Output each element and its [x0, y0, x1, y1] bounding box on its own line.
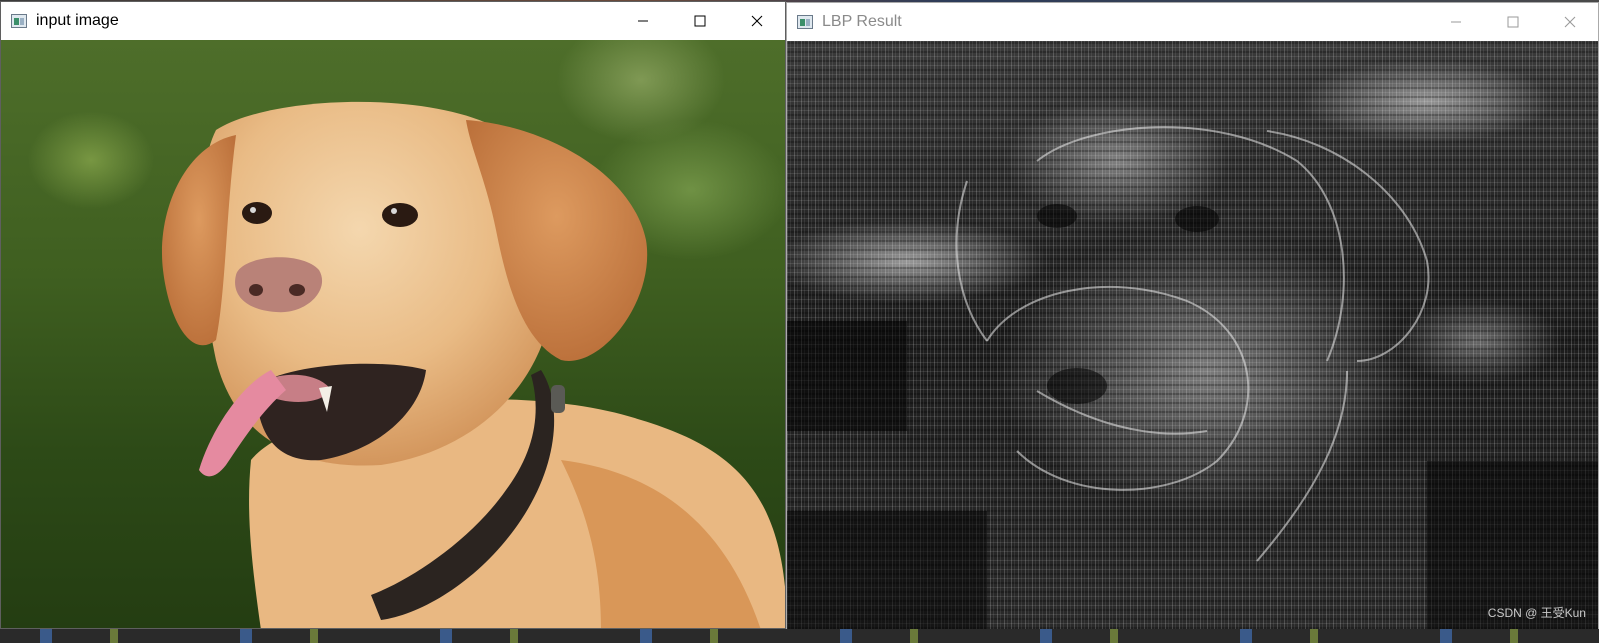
- opencv-app-icon: [797, 15, 813, 29]
- maximize-icon: [1507, 16, 1518, 28]
- window-controls: [614, 2, 785, 40]
- window-titlebar[interactable]: LBP Result: [787, 3, 1598, 41]
- maximize-icon: [694, 15, 705, 27]
- labrador-photo: [1, 40, 785, 628]
- minimize-icon: [1450, 21, 1461, 23]
- opencv-app-icon: [11, 14, 27, 28]
- close-button[interactable]: [728, 2, 785, 40]
- close-icon: [1564, 16, 1575, 28]
- maximize-button[interactable]: [671, 2, 728, 40]
- minimize-button[interactable]: [1427, 3, 1484, 41]
- window-titlebar[interactable]: input image: [1, 2, 785, 40]
- lbp-edge-texture: [787, 126, 1598, 629]
- maximize-button[interactable]: [1484, 3, 1541, 41]
- lbp-result-image: CSDN @ 王受Kun: [787, 41, 1598, 629]
- window-controls: [1427, 3, 1598, 41]
- close-icon: [751, 15, 762, 27]
- desktop-background-bottom: [0, 629, 1599, 643]
- lbp-result-window[interactable]: LBP Result CSDN @ 王受Kun: [786, 2, 1599, 630]
- minimize-button[interactable]: [614, 2, 671, 40]
- input-image-window[interactable]: input image: [0, 1, 786, 629]
- minimize-icon: [637, 20, 648, 22]
- window-title: LBP Result: [822, 13, 902, 30]
- dog-illustration: [161, 101, 785, 628]
- window-title: input image: [36, 12, 119, 29]
- csdn-watermark: CSDN @ 王受Kun: [1487, 606, 1586, 620]
- close-button[interactable]: [1541, 3, 1598, 41]
